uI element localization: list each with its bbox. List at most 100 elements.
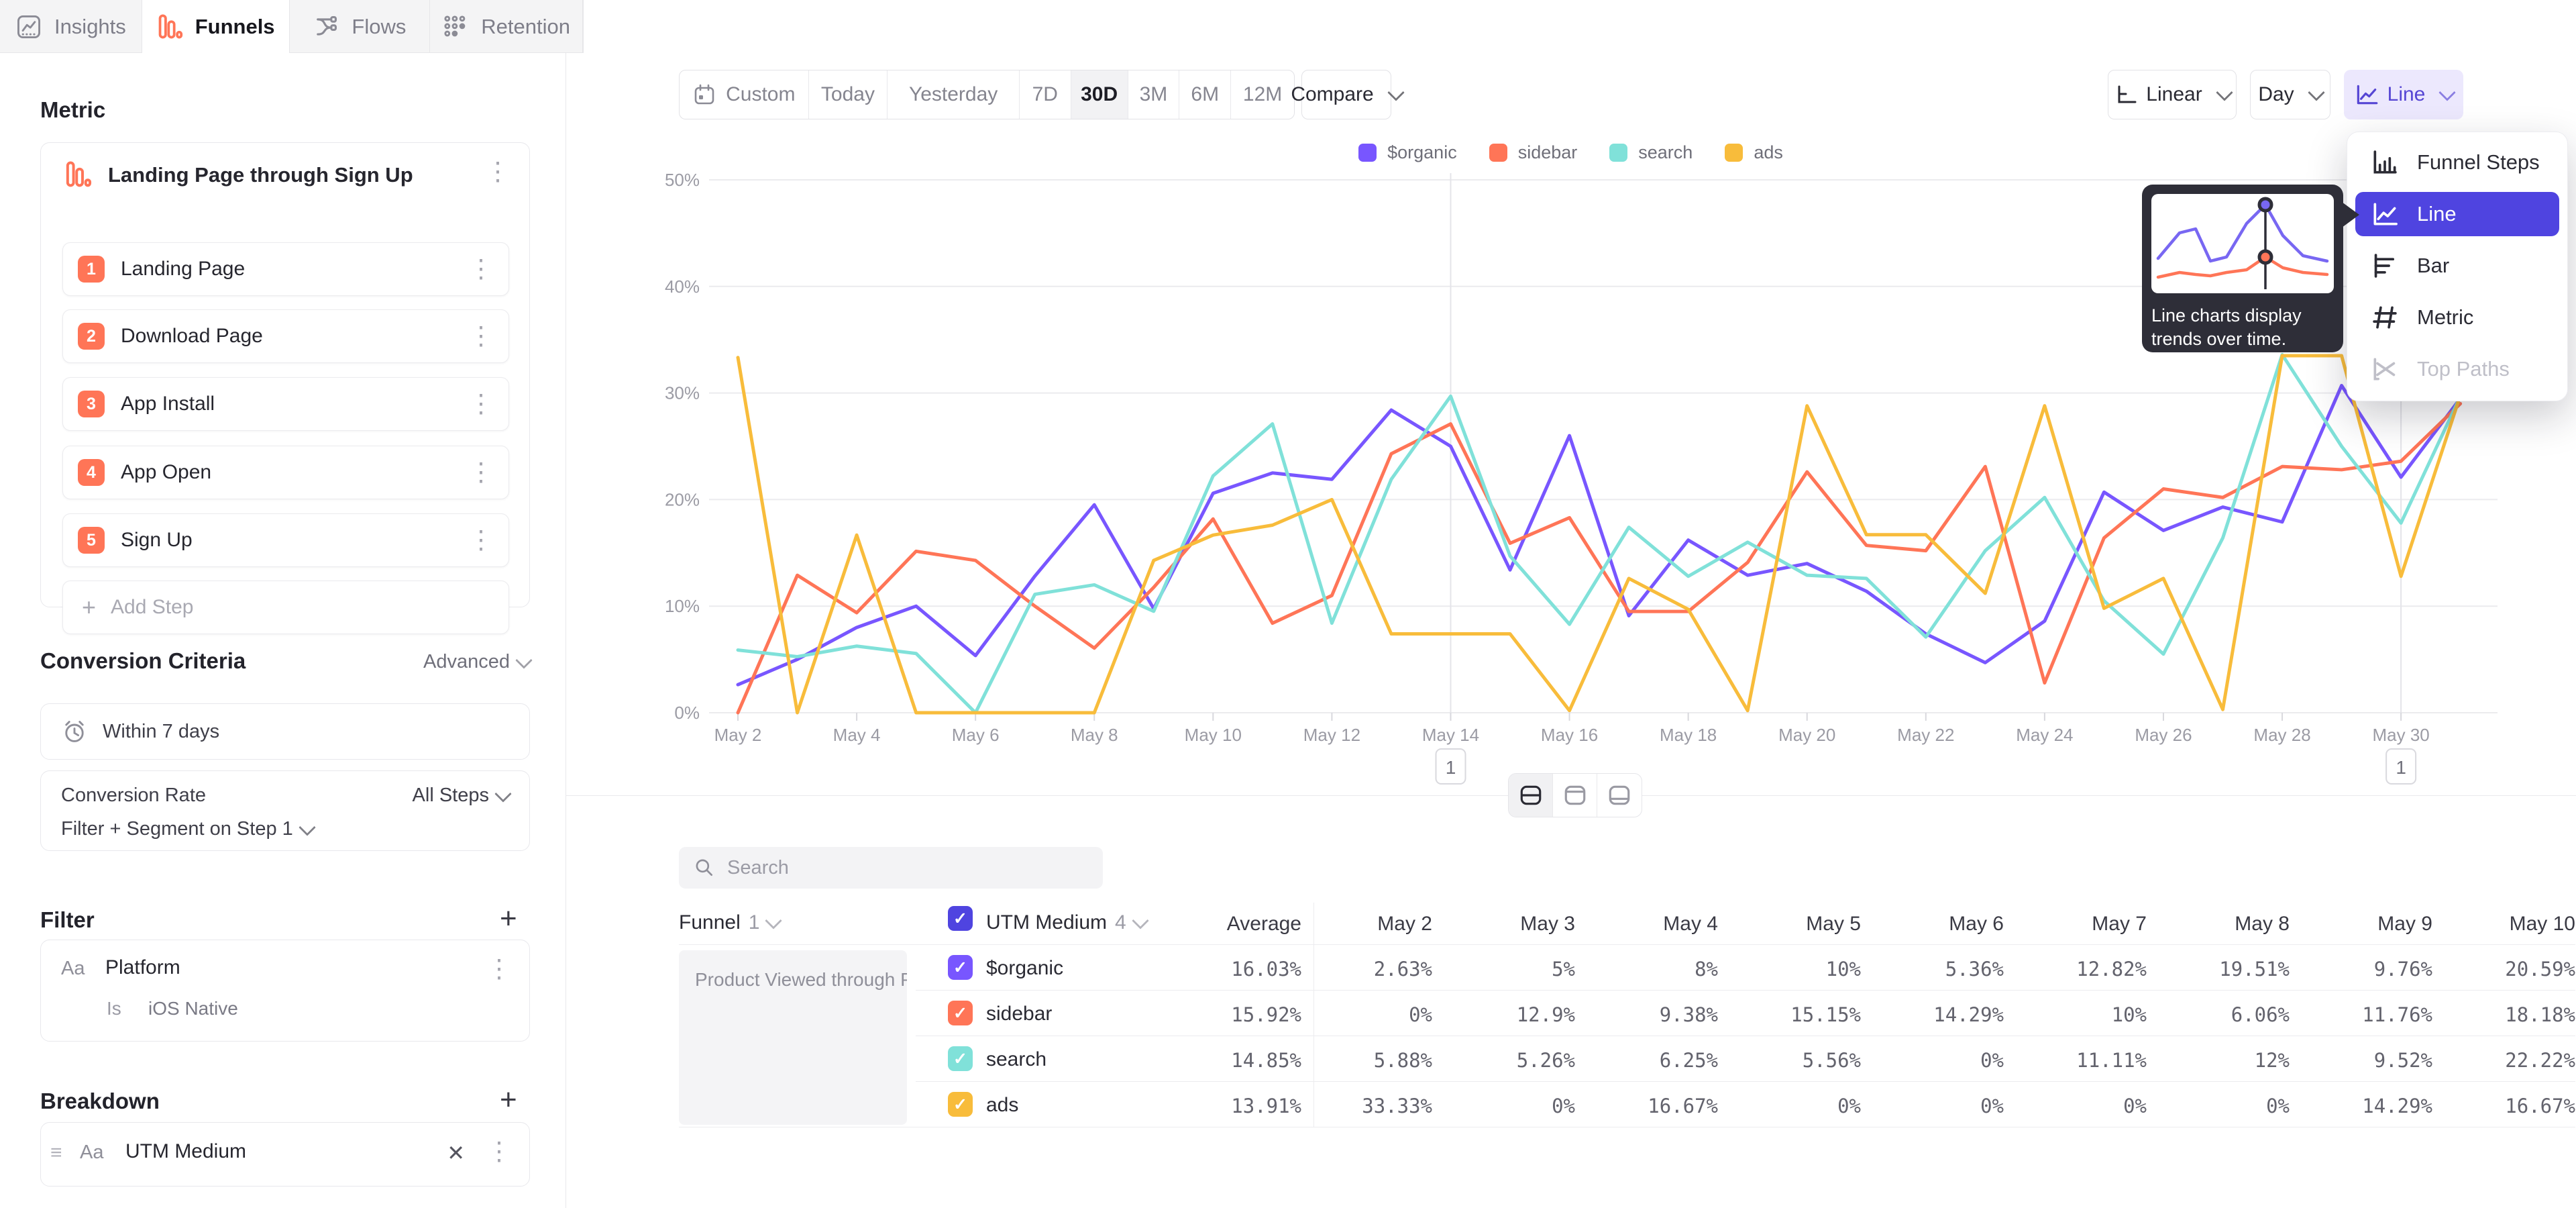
x-axis-label: May 18 <box>1660 725 1717 745</box>
row-average: 14.85% <box>1231 1049 1301 1072</box>
funnel-step-2[interactable]: 2Download Page⋮ <box>62 309 509 363</box>
step-number-badge: 4 <box>78 459 105 486</box>
date-column-header: May 7 <box>2092 913 2147 936</box>
breakdown-select-all-checkbox[interactable]: ✓ <box>948 906 973 931</box>
clock-icon <box>61 718 88 745</box>
range-custom[interactable]: Custom <box>680 70 809 119</box>
table-value: 6.25% <box>1660 1049 1718 1072</box>
step-kebab-icon[interactable]: ⋮ <box>468 391 494 417</box>
menu-item-metric[interactable]: Metric <box>2355 295 2559 340</box>
metric-kebab-icon[interactable]: ⋮ <box>485 159 511 185</box>
table-value: 33.33% <box>1362 1095 1432 1117</box>
x-axis-label: May 6 <box>952 725 1000 745</box>
x-axis-label: May 20 <box>1778 725 1835 745</box>
chart-only-view-button[interactable] <box>1553 774 1597 817</box>
chevron-down-icon <box>515 652 532 668</box>
table-value: 5.56% <box>1803 1049 1861 1072</box>
conversion-rate-card: Conversion Rate All Steps Filter + Segme… <box>40 770 530 851</box>
menu-item-bar[interactable]: Bar <box>2355 244 2559 288</box>
row-checkbox-search[interactable]: ✓ <box>948 1046 973 1071</box>
menu-item-line[interactable]: Line <box>2355 192 2559 236</box>
filter-kebab-icon[interactable]: ⋮ <box>486 956 512 982</box>
range-yesterday[interactable]: Yesterday <box>888 70 1020 119</box>
funnel-steps-icon <box>2370 148 2400 177</box>
compare-button[interactable]: Compare <box>1301 70 1391 119</box>
y-axis-label: 40% <box>665 276 700 297</box>
x-axis-label: May 30 <box>2372 725 2429 745</box>
x-axis-label: May 26 <box>2135 725 2192 745</box>
menu-item-label: Metric <box>2417 305 2473 330</box>
row-average: 16.03% <box>1231 958 1301 980</box>
add-breakdown-icon[interactable]: + <box>500 1083 517 1117</box>
split-view-button[interactable] <box>1509 774 1553 817</box>
table-value: 11.11% <box>2076 1049 2147 1072</box>
funnel-column-header[interactable]: Funnel 1 <box>679 911 780 934</box>
y-axis-label: 10% <box>665 596 700 616</box>
x-axis-label: May 14 <box>1422 725 1479 745</box>
search-box[interactable] <box>679 847 1103 889</box>
table-only-view-button[interactable] <box>1597 774 1642 817</box>
step-label: App Install <box>121 393 468 415</box>
table-value: 14.29% <box>2362 1095 2432 1117</box>
breakdown-kebab-icon[interactable]: ⋮ <box>486 1139 512 1164</box>
breakdown-card[interactable]: ≡ Aa UTM Medium ✕ ⋮ <box>40 1122 530 1187</box>
breakdown-column-header[interactable]: UTM Medium 4 <box>986 911 1146 934</box>
tab-funnels[interactable]: Funnels <box>142 0 290 53</box>
tab-flows[interactable]: Flows <box>290 0 431 53</box>
range-7d[interactable]: 7D <box>1020 70 1071 119</box>
segment-step-dropdown[interactable]: Filter + Segment on Step 1 <box>61 818 313 840</box>
tab-label: Funnels <box>195 15 275 39</box>
table-value: 16.67% <box>1648 1095 1718 1117</box>
add-filter-icon[interactable]: + <box>500 902 517 936</box>
table-value: 12.9% <box>1517 1003 1575 1026</box>
metric-title[interactable]: Landing Page through Sign Up <box>108 163 413 187</box>
table-row-divider <box>916 1081 2575 1082</box>
funnel-step-4[interactable]: 4App Open⋮ <box>62 446 509 499</box>
range-today[interactable]: Today <box>809 70 888 119</box>
step-number-badge: 5 <box>78 527 105 554</box>
date-range-control: CustomTodayYesterday7D 30D 3M6M 12M <box>679 70 1295 119</box>
range-label: 12M <box>1243 83 1282 106</box>
search-input[interactable] <box>726 856 1077 880</box>
step-kebab-icon[interactable]: ⋮ <box>468 256 494 282</box>
table-value: 18.18% <box>2505 1003 2575 1026</box>
menu-item-funnel-steps[interactable]: Funnel Steps <box>2355 140 2559 185</box>
breakdown-heading: Breakdown <box>40 1089 160 1114</box>
step-kebab-icon[interactable]: ⋮ <box>468 323 494 349</box>
range-12m[interactable]: 12M <box>1231 70 1294 119</box>
filter-card[interactable]: Aa Platform ⋮ Is iOS Native <box>40 940 530 1042</box>
funnel-name-cell[interactable]: Product Viewed through P... <box>679 950 907 1125</box>
tab-insights[interactable]: Insights <box>0 0 142 53</box>
range-3m[interactable]: 3M <box>1128 70 1180 119</box>
funnel-step-1[interactable]: 1Landing Page⋮ <box>62 242 509 296</box>
range-30d[interactable]: 30D <box>1071 70 1128 119</box>
chart-only-view-icon <box>1562 783 1588 808</box>
conversion-rate-label: Conversion Rate <box>61 785 206 807</box>
insights-icon <box>15 13 42 40</box>
row-checkbox-organic[interactable]: ✓ <box>948 955 973 980</box>
retention-icon <box>442 13 469 40</box>
funnel-step-5[interactable]: 5Sign Up⋮ <box>62 513 509 567</box>
all-steps-dropdown[interactable]: All Steps <box>413 785 509 807</box>
property-type-icon: Aa <box>61 958 85 980</box>
tab-retention[interactable]: Retention <box>430 0 583 53</box>
remove-breakdown-icon[interactable]: ✕ <box>447 1140 465 1166</box>
granularity-dropdown[interactable]: Day <box>2250 70 2330 119</box>
step-kebab-icon[interactable]: ⋮ <box>468 460 494 485</box>
funnel-step-3[interactable]: 3App Install⋮ <box>62 377 509 431</box>
conversion-window-card[interactable]: Within 7 days <box>40 703 530 760</box>
range-6m[interactable]: 6M <box>1179 70 1231 119</box>
drag-handle-icon[interactable]: ≡ <box>50 1142 62 1164</box>
table-header-divider <box>679 944 2575 945</box>
row-checkbox-ads[interactable]: ✓ <box>948 1092 973 1117</box>
conversion-window-value: Within 7 days <box>103 721 219 743</box>
x-axis-label: May 16 <box>1541 725 1598 745</box>
add-step-button[interactable]: +Add Step <box>62 581 509 634</box>
row-checkbox-sidebar[interactable]: ✓ <box>948 1001 973 1025</box>
chart-type-dropdown[interactable]: Line <box>2344 70 2463 119</box>
step-kebab-icon[interactable]: ⋮ <box>468 527 494 553</box>
range-label: 30D <box>1081 83 1118 106</box>
advanced-dropdown[interactable]: Advanced <box>423 651 530 673</box>
table-value: 10% <box>1826 958 1861 980</box>
scale-dropdown[interactable]: Linear <box>2108 70 2237 119</box>
